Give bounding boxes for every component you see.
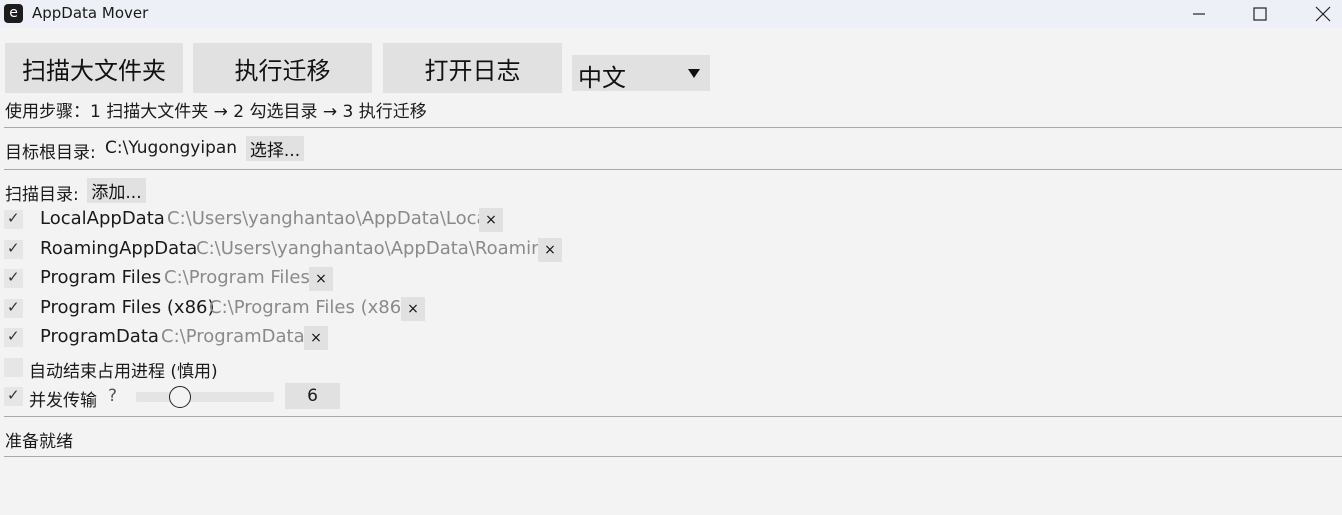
divider	[4, 416, 1342, 417]
dir-path: C:\Program Files	[164, 267, 310, 288]
checkmark-icon: ✓	[7, 239, 20, 257]
language-select[interactable]: 中文	[572, 55, 710, 92]
dir-path: C:\Users\yanghantao\AppData\Roaming	[196, 238, 555, 259]
title-bar: e AppData Mover	[0, 0, 1342, 28]
dir-path: C:\Users\yanghantao\AppData\Local	[167, 208, 493, 229]
maximize-button[interactable]	[1231, 0, 1289, 28]
close-button[interactable]	[1294, 0, 1342, 28]
migrate-button[interactable]: 执行迁移	[193, 43, 372, 93]
concurrency-value[interactable]: 6	[285, 383, 340, 409]
checkmark-icon: ✓	[7, 327, 20, 345]
remove-dir-button[interactable]: ×	[401, 297, 425, 321]
auto-kill-label: 自动结束占用进程 (慎用)	[29, 362, 218, 382]
dir-checkbox[interactable]: ✓	[4, 298, 23, 318]
divider	[4, 127, 1342, 128]
minimize-button[interactable]	[1170, 0, 1228, 28]
steps-text: 使用步骤：1 扫描大文件夹 → 2 勾选目录 → 3 执行迁移	[5, 102, 427, 122]
remove-dir-button[interactable]: ×	[479, 208, 503, 232]
target-path: C:\Yugongyipan	[105, 138, 238, 158]
scan-dirs-label: 扫描目录:	[5, 185, 79, 205]
dir-checkbox[interactable]: ✓	[4, 327, 23, 347]
status-text: 准备就绪	[5, 432, 73, 452]
window-title: AppData Mover	[32, 4, 149, 22]
close-icon	[1315, 6, 1331, 22]
dir-name: Program Files	[40, 267, 162, 288]
dir-name: RoamingAppData	[40, 238, 198, 259]
help-icon[interactable]: ?	[108, 386, 117, 406]
divider	[4, 169, 1342, 170]
concurrency-slider-thumb[interactable]	[169, 386, 191, 408]
dir-checkbox[interactable]: ✓	[4, 239, 23, 259]
checkmark-icon: ✓	[7, 386, 20, 404]
dir-checkbox[interactable]: ✓	[4, 268, 23, 288]
concurrent-label: 并发传输	[29, 391, 97, 411]
checkmark-icon: ✓	[7, 268, 20, 286]
scan-button[interactable]: 扫描大文件夹	[5, 43, 183, 93]
dir-checkbox[interactable]: ✓	[4, 209, 23, 229]
minimize-icon	[1193, 13, 1205, 15]
remove-dir-button[interactable]: ×	[538, 238, 562, 262]
dir-name: ProgramData	[40, 326, 159, 347]
dir-path: C:\ProgramData	[161, 326, 305, 347]
remove-dir-button[interactable]: ×	[304, 326, 328, 350]
divider	[4, 456, 1342, 457]
language-value: 中文	[578, 64, 626, 92]
maximize-icon	[1253, 7, 1267, 21]
dropdown-arrow-icon	[688, 69, 700, 78]
add-dir-button[interactable]: 添加...	[87, 178, 146, 203]
checkmark-icon: ✓	[7, 209, 20, 227]
dir-name: Program Files (x86)	[40, 297, 215, 318]
concurrency-slider-track[interactable]	[136, 392, 274, 402]
open-log-button[interactable]: 打开日志	[383, 43, 562, 93]
choose-target-button[interactable]: 选择...	[246, 136, 304, 161]
concurrent-checkbox[interactable]: ✓	[4, 386, 23, 406]
auto-kill-checkbox[interactable]	[4, 358, 23, 377]
checkmark-icon: ✓	[7, 298, 20, 316]
dir-name: LocalAppData	[40, 208, 165, 229]
remove-dir-button[interactable]: ×	[309, 267, 333, 291]
dir-path: C:\Program Files (x86)	[209, 297, 409, 318]
app-icon: e	[4, 4, 23, 23]
target-label: 目标根目录:	[5, 143, 96, 163]
